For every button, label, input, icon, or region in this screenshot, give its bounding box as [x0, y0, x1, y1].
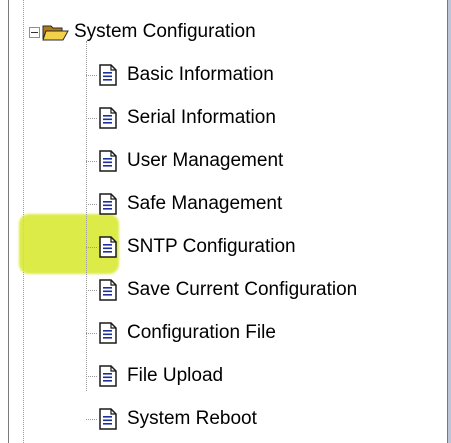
- tree-branch-line: [86, 203, 97, 205]
- tree-item-label: Serial Information: [127, 107, 276, 128]
- tree-root-system-configuration[interactable]: System Configuration: [29, 20, 256, 44]
- tree-item-label: Basic Information: [127, 64, 274, 85]
- folder-open-icon: [42, 25, 69, 41]
- tree-item-label: File Upload: [127, 365, 224, 386]
- document-icon: [99, 150, 117, 172]
- tree-item[interactable]: File Upload: [86, 363, 223, 389]
- tree-branch-line: [86, 117, 97, 119]
- document-icon: [99, 322, 117, 344]
- tree-item-label: System Reboot: [127, 408, 257, 429]
- tree-item-label: Save Current Configuration: [127, 279, 358, 300]
- document-icon: [99, 365, 117, 387]
- collapse-toggle-icon[interactable]: [29, 26, 40, 38]
- tree-item[interactable]: SNTP Configuration: [86, 234, 296, 260]
- document-icon: [99, 193, 117, 215]
- tree-item[interactable]: Safe Management: [86, 191, 282, 217]
- tree-item[interactable]: Configuration File: [86, 320, 276, 346]
- tree-branch-line: [86, 418, 97, 420]
- tree-branch-line: [86, 246, 97, 248]
- tree-branch-line: [86, 74, 97, 76]
- tree-item[interactable]: System Reboot: [86, 406, 257, 432]
- tree-item-label: Safe Management: [127, 193, 283, 214]
- tree-item[interactable]: Serial Information: [86, 105, 276, 131]
- tree-item[interactable]: User Management: [86, 148, 283, 174]
- tree-branch-line: [86, 375, 97, 377]
- tree-branch-line: [86, 160, 97, 162]
- document-icon: [99, 64, 117, 86]
- tree-branch-line: [86, 332, 97, 334]
- tree-root-label: System Configuration: [74, 21, 256, 42]
- document-icon: [99, 107, 117, 129]
- tree-item-label: User Management: [127, 150, 284, 171]
- tree-item[interactable]: Save Current Configuration: [86, 277, 357, 303]
- document-icon: [99, 408, 117, 430]
- document-icon: [99, 236, 117, 258]
- document-icon: [99, 279, 117, 301]
- tree-item-label: Configuration File: [127, 322, 276, 343]
- tree-item[interactable]: Basic Information: [86, 62, 274, 88]
- tree-branch-line: [86, 289, 97, 291]
- tree-panel: System Configuration Basic Information Se…: [0, 0, 451, 443]
- tree-item-label: SNTP Configuration: [127, 236, 296, 257]
- panel-left-border: [8, 0, 9, 443]
